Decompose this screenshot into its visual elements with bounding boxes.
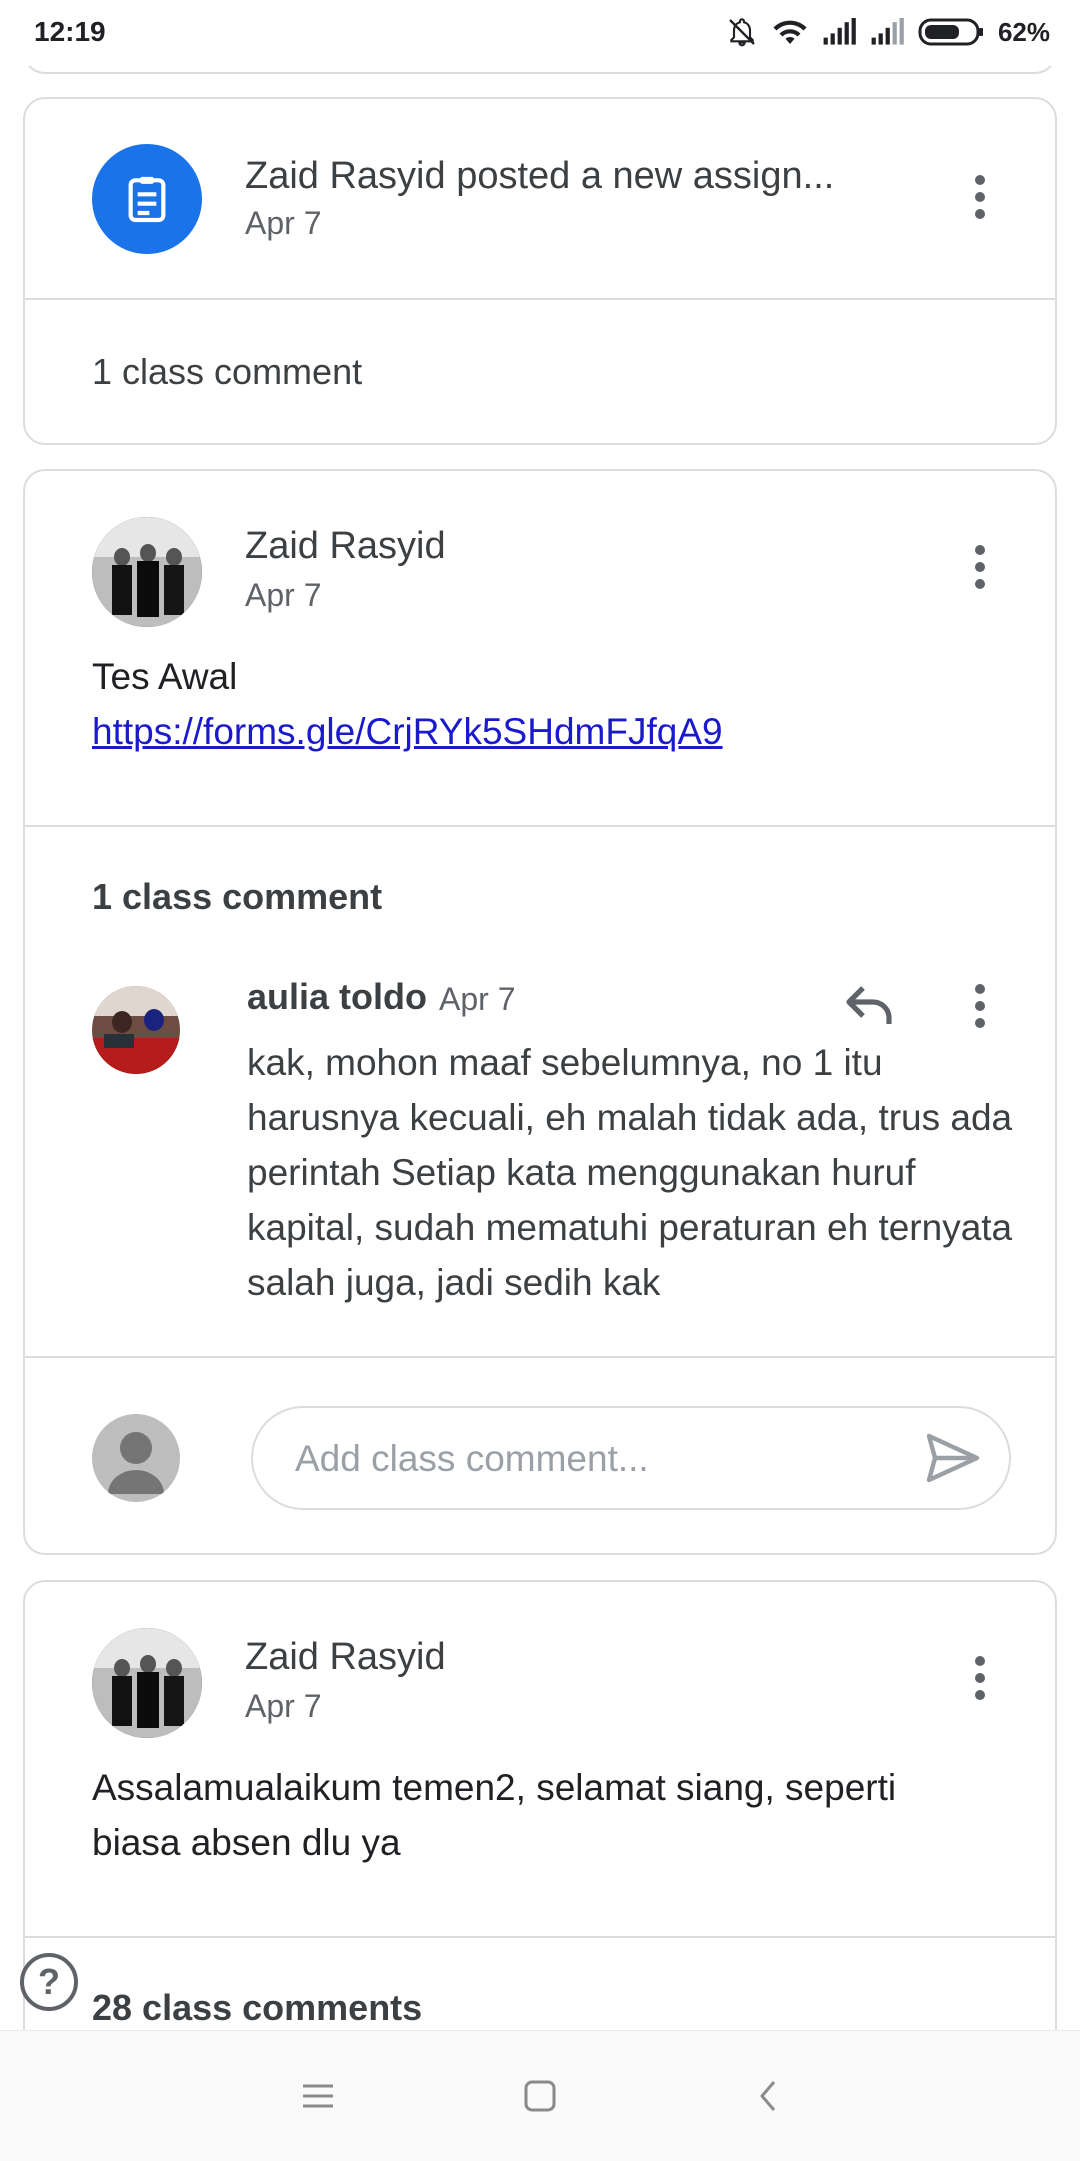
post-author: Zaid Rasyid bbox=[245, 525, 446, 567]
user-avatar bbox=[92, 1414, 180, 1502]
divider bbox=[25, 1936, 1055, 1938]
commenter-avatar bbox=[92, 986, 180, 1074]
battery-icon bbox=[918, 18, 983, 46]
post-author: Zaid Rasyid bbox=[245, 1636, 446, 1678]
divider bbox=[25, 825, 1055, 827]
signal-icon-2 bbox=[871, 18, 904, 45]
post-body: Assalamualaikum temen2, selamat siang, s… bbox=[92, 1767, 897, 1863]
system-nav-bar bbox=[0, 2030, 1080, 2161]
assignment-post-card[interactable]: Zaid Rasyid posted a new assign... Apr 7… bbox=[23, 97, 1057, 445]
comment-date: Apr 7 bbox=[439, 981, 516, 1017]
comment-text: kak, mohon maaf sebelumnya, no 1 itu har… bbox=[247, 1042, 1013, 1303]
announcement-card-2: Zaid Rasyid Apr 7 Assalamualaikum temen2… bbox=[23, 1580, 1057, 2100]
battery-percent: 62% bbox=[997, 16, 1050, 47]
add-comment-field[interactable] bbox=[251, 1406, 1011, 1510]
post-body-text: Tes Awal bbox=[92, 656, 238, 697]
post-body: Tes Awal https://forms.gle/CrjRYk5SHdmFJ… bbox=[92, 649, 723, 759]
signal-icon bbox=[823, 18, 856, 45]
wifi-icon bbox=[773, 20, 807, 44]
more-options-icon[interactable] bbox=[960, 1648, 1000, 1708]
post-link[interactable]: https://forms.gle/CrjRYk5SHdmFJfqA9 bbox=[92, 704, 723, 759]
assignment-icon bbox=[92, 144, 202, 254]
divider bbox=[25, 1356, 1055, 1358]
announcement-card: Zaid Rasyid Apr 7 Tes Awal https://forms… bbox=[23, 469, 1057, 1555]
post-author-line: Zaid Rasyid posted a new assign... bbox=[245, 155, 835, 197]
divider bbox=[25, 298, 1055, 300]
bell-off-icon bbox=[729, 18, 755, 47]
avatar bbox=[92, 1628, 202, 1738]
back-icon[interactable] bbox=[748, 2076, 788, 2116]
post-date: Apr 7 bbox=[245, 577, 322, 613]
status-icons: 62% bbox=[726, 14, 1050, 50]
comment-author: aulia toldo bbox=[247, 976, 427, 1017]
more-options-icon[interactable] bbox=[960, 167, 1000, 227]
menu-icon[interactable] bbox=[298, 2076, 338, 2116]
post-date: Apr 7 bbox=[245, 1688, 322, 1724]
post-date: Apr 7 bbox=[245, 205, 322, 241]
class-comments-header[interactable]: 1 class comment bbox=[92, 876, 382, 918]
avatar bbox=[92, 517, 202, 627]
reply-icon[interactable] bbox=[843, 979, 899, 1029]
class-comments-link[interactable]: 1 class comment bbox=[92, 351, 362, 393]
home-icon[interactable] bbox=[520, 2076, 560, 2116]
status-bar: 12:19 62% bbox=[0, 0, 1080, 66]
comment-more-options-icon[interactable] bbox=[960, 976, 1000, 1036]
status-time: 12:19 bbox=[34, 16, 106, 47]
more-options-icon[interactable] bbox=[960, 537, 1000, 597]
class-comments-link[interactable]: 28 class comments bbox=[92, 1987, 422, 2029]
help-icon[interactable]: ? bbox=[20, 1953, 78, 2011]
send-icon[interactable] bbox=[925, 1432, 981, 1484]
add-comment-input[interactable] bbox=[293, 1432, 857, 1486]
